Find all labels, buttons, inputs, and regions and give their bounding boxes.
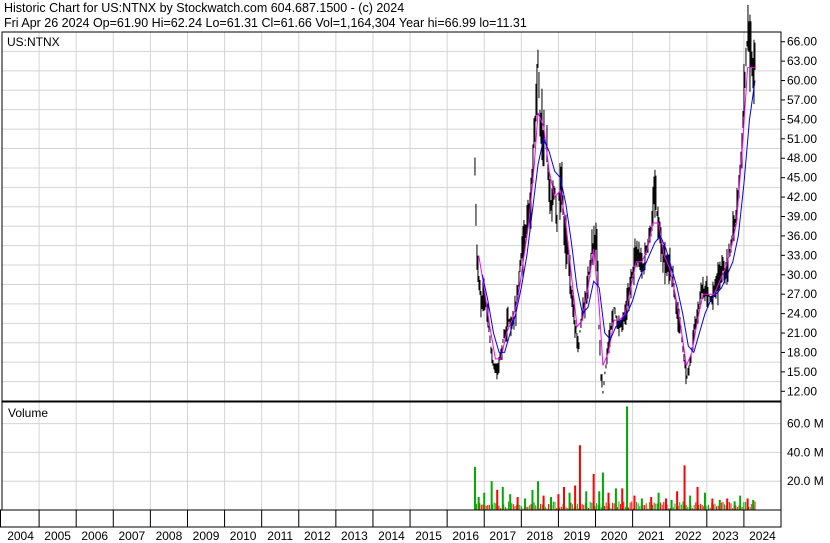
year-label: 2005 (44, 529, 71, 543)
price-tick-label: 24.00 (787, 307, 817, 321)
price-grid (2, 32, 781, 401)
volume-axis-labels: 60.0 M 40.0 M 20.0 M (787, 417, 824, 489)
price-tick-label: 63.00 (787, 54, 817, 68)
year-label: 2009 (193, 529, 220, 543)
price-tick-label: 30.00 (787, 268, 817, 282)
year-label: 2012 (304, 529, 331, 543)
price-tick-label: 66.00 (787, 35, 817, 49)
year-label: 2018 (527, 529, 554, 543)
volume-bars (473, 406, 756, 510)
price-tick-label: 15.00 (787, 365, 817, 379)
year-label: 2004 (7, 529, 34, 543)
year-label: 2007 (118, 529, 145, 543)
year-axis-border (0, 509, 782, 528)
volume-tick-label: 20.0 M (787, 474, 824, 488)
price-tick-label: 60.00 (787, 74, 817, 88)
year-label: 2024 (749, 529, 776, 543)
price-bars (474, 4, 756, 394)
year-label: 2023 (712, 529, 739, 543)
volume-label: Volume (8, 406, 48, 420)
price-tick-label: 18.00 (787, 345, 817, 359)
year-label: 2016 (452, 529, 479, 543)
price-tick-label: 12.00 (787, 384, 817, 398)
year-label: 2019 (564, 529, 591, 543)
volume-grid (2, 402, 781, 510)
price-panel-border (1, 31, 782, 402)
year-label: 2008 (156, 529, 183, 543)
year-label: 2006 (81, 529, 108, 543)
volume-tick-label: 60.0 M (787, 417, 824, 431)
price-tick-label: 27.00 (787, 287, 817, 301)
volume-panel-border (1, 401, 782, 511)
historic-chart: 66.00 63.00 60.00 57.00 54.00 51.00 48.00 45.00… (0, 4, 824, 543)
volume-tick-label: 40.0 M (787, 445, 824, 459)
year-label: 2013 (341, 529, 368, 543)
price-tick-label: 57.00 (787, 93, 817, 107)
price-tick-label: 51.00 (787, 132, 817, 146)
price-tick-label: 54.00 (787, 112, 817, 126)
price-tick-label: 33.00 (787, 248, 817, 262)
year-label: 2017 (489, 529, 516, 543)
year-label: 2020 (601, 529, 628, 543)
year-label: 2014 (378, 529, 405, 543)
price-axis-labels: 66.00 63.00 60.00 57.00 54.00 51.00 48.00 45.00… (781, 35, 817, 398)
year-label: 2011 (267, 529, 293, 543)
price-tick-label: 21.00 (787, 326, 817, 340)
price-tick-label: 36.00 (787, 229, 817, 243)
price-tick-label: 45.00 (787, 171, 817, 185)
price-tick-label: 42.00 (787, 190, 817, 204)
moving-average-long-line (481, 80, 756, 354)
price-tick-label: 48.00 (787, 151, 817, 165)
year-axis-labels: 2004 2005 2006 2007 2008 2009 2010 2011 2012 2013… (7, 529, 776, 543)
year-label: 2015 (415, 529, 442, 543)
year-label: 2022 (675, 529, 702, 543)
year-label: 2021 (638, 529, 665, 543)
price-tick-label: 39.00 (787, 210, 817, 224)
year-label: 2010 (230, 529, 257, 543)
symbol-label: US:NTNX (7, 35, 60, 49)
